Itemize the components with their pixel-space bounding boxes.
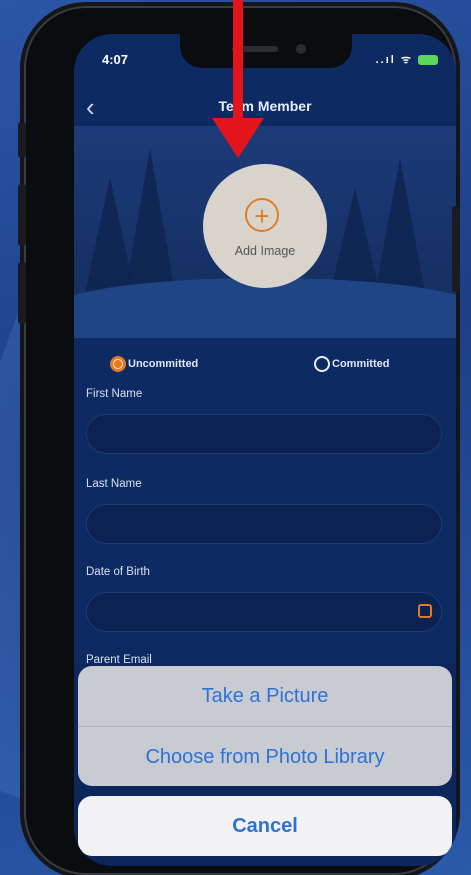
notch <box>180 34 352 68</box>
first-name-field[interactable] <box>86 414 442 454</box>
annotation-arrow-shaft <box>233 0 243 126</box>
calendar-icon[interactable] <box>418 604 432 618</box>
choose-library-button[interactable]: Choose from Photo Library <box>78 726 452 786</box>
camera-icon <box>296 44 306 54</box>
mute-switch <box>18 122 26 158</box>
nav-bar: ‹ Team Member <box>74 90 456 124</box>
dob-field[interactable] <box>86 592 442 632</box>
signal-wifi-icon: ..ıl ᯤ <box>375 54 413 66</box>
radio-uncommitted[interactable]: Uncommitted <box>110 356 198 372</box>
cancel-button[interactable]: Cancel <box>78 796 452 856</box>
status-time: 4:07 <box>102 52 129 67</box>
tree-silhouette <box>124 148 176 298</box>
tree-silhouette <box>374 158 426 298</box>
take-picture-button[interactable]: Take a Picture <box>78 666 452 726</box>
radio-label: Uncommitted <box>128 358 199 370</box>
radio-unselected-icon <box>314 356 330 372</box>
radio-label: Committed <box>332 358 390 370</box>
volume-down-button <box>18 262 26 324</box>
page-title: Team Member <box>218 98 312 114</box>
commitment-radio-group: Uncommitted Committed <box>74 344 456 384</box>
add-image-label: Add Image <box>234 244 296 258</box>
power-button <box>452 206 460 292</box>
last-name-label: Last Name <box>86 478 142 490</box>
radio-committed[interactable]: Committed <box>314 356 389 372</box>
action-sheet: Take a Picture Choose from Photo Library <box>78 666 452 786</box>
first-name-label: First Name <box>86 388 143 400</box>
add-image-button[interactable]: + Add Image <box>203 164 327 288</box>
battery-icon <box>418 55 438 66</box>
volume-up-button <box>18 184 26 246</box>
last-name-field[interactable] <box>86 504 442 544</box>
annotation-arrow-icon <box>212 118 264 158</box>
radio-selected-icon <box>110 356 126 372</box>
status-icons: ..ıl ᯤ <box>376 52 438 67</box>
add-circle-icon: + <box>245 198 279 232</box>
phone-screen: 4:07 ..ıl ᯤ ‹ Team Member + Add Image Un… <box>74 34 456 866</box>
dob-label: Date of Birth <box>86 566 150 578</box>
